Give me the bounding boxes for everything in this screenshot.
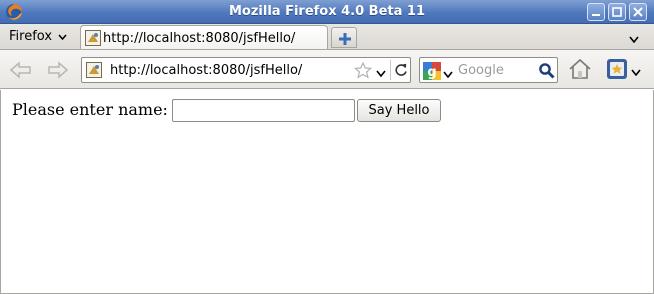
tab-strip: Firefox http://localhost:8080/jsfHello/ [0,24,654,50]
home-icon [569,58,591,79]
reload-button[interactable] [393,62,409,81]
firefox-menu-button[interactable]: Firefox [5,27,71,46]
minimize-button[interactable] [587,3,605,21]
list-all-tabs-button[interactable] [629,32,639,46]
close-button[interactable] [629,3,647,21]
navigation-toolbar: http://localhost:8080/jsfHello/ g Google [0,49,654,89]
url-text[interactable]: http://localhost:8080/jsfHello/ [110,63,302,78]
svg-text:g: g [427,65,436,80]
forward-button[interactable] [46,60,70,83]
page-favicon-icon [85,30,101,49]
forward-arrow-icon [48,61,69,79]
tab-label: http://localhost:8080/jsfHello/ [103,31,296,46]
maximize-button[interactable] [608,3,626,21]
say-hello-button[interactable]: Say Hello [357,99,441,122]
bookmarks-button[interactable] [606,58,628,83]
bookmarks-chevron-icon[interactable] [631,65,641,79]
page-favicon-icon [86,62,102,81]
back-button[interactable] [8,60,34,83]
back-arrow-icon [9,61,31,79]
bookmarks-icon [607,59,627,79]
plus-icon [339,33,351,45]
url-bar-divider [390,60,391,80]
new-tab-button[interactable] [331,27,357,48]
tab-active[interactable]: http://localhost:8080/jsfHello/ [80,25,328,50]
google-icon[interactable]: g [423,62,441,83]
window-titlebar: Mozilla Firefox 4.0 Beta 11 [0,0,654,24]
search-go-button[interactable] [538,62,555,82]
search-placeholder: Google [458,63,504,78]
bookmark-star-icon[interactable] [353,61,373,82]
url-bar[interactable]: http://localhost:8080/jsfHello/ [81,57,411,83]
search-engine-chevron-icon[interactable] [443,67,453,81]
name-input[interactable] [172,99,355,122]
name-prompt-label: Please enter name: [12,100,168,119]
home-button[interactable] [568,58,592,83]
chevron-down-icon [58,27,67,46]
reload-icon [395,63,407,76]
window-title: Mozilla Firefox 4.0 Beta 11 [228,4,426,19]
magnifier-icon [539,63,555,79]
url-history-chevron-icon[interactable] [376,66,386,80]
firefox-menu-label: Firefox [9,29,53,44]
search-bar[interactable]: g Google [419,57,558,83]
page-content: Please enter name: Say Hello [0,90,654,294]
